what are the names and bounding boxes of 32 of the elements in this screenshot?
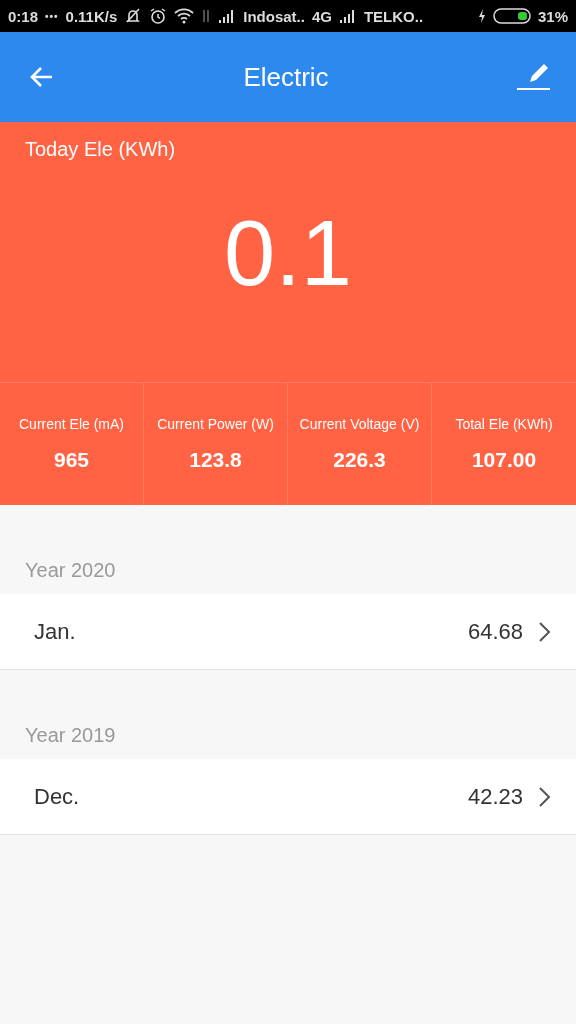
network-speed: 0.11K/s: [65, 7, 118, 25]
wifi-icon: [174, 8, 195, 24]
month-row[interactable]: Dec. 42.23: [0, 759, 576, 835]
stat-value: 965: [53, 448, 89, 472]
year-heading: Year 2019: [24, 723, 117, 748]
stat-label: Current Ele (mA): [19, 416, 124, 432]
month-row[interactable]: Jan. 64.68: [0, 594, 576, 670]
chevron-right-icon: [537, 785, 551, 808]
today-value: 0.1: [223, 201, 353, 306]
edit-button[interactable]: [516, 61, 552, 93]
carrier-name: TELKO..: [363, 7, 424, 25]
stat-value: 107.00: [471, 448, 537, 472]
today-label: Today Ele (KWh): [24, 137, 177, 161]
network-type: 4G: [311, 7, 332, 25]
clock: 0:18: [8, 7, 39, 25]
signal-icon: [338, 9, 357, 23]
stat-value: 226.3: [333, 448, 386, 472]
more-notifications: •••: [45, 10, 59, 22]
stat-label: Total Ele (KWh): [455, 416, 553, 432]
stat-value: 123.8: [189, 448, 242, 472]
stat-label: Current Voltage (V): [299, 416, 420, 432]
charging-icon: [477, 9, 486, 23]
chevron-right-icon: [537, 620, 551, 643]
bell-off-icon: [124, 7, 143, 25]
alarm-clock-icon: [149, 7, 168, 25]
data-arrows-icon: [201, 8, 212, 24]
page-title: Electric: [243, 61, 329, 93]
battery-icon: [492, 8, 531, 24]
battery-percent: 31%: [537, 7, 568, 25]
carrier-name: Indosat..: [243, 7, 305, 25]
year-heading: Year 2020: [24, 558, 117, 583]
stat-label: Current Power (W): [157, 416, 274, 432]
